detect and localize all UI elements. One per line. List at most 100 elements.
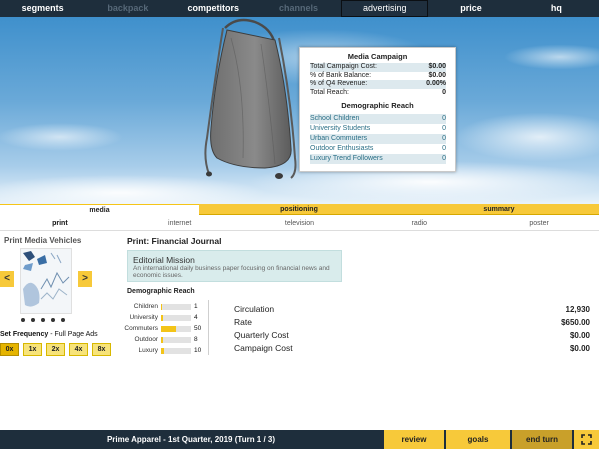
campaign-row: Total Reach: 0 <box>310 89 446 98</box>
demo-bar-row: University 4 <box>120 313 197 322</box>
stat-label: Quarterly Cost <box>234 330 289 340</box>
demo-reach-value: 0 <box>442 125 446 132</box>
demo-bar-label: Luxury <box>138 347 158 354</box>
demo-bar-track <box>161 303 191 310</box>
carousel-dot[interactable] <box>21 318 25 322</box>
subtab-radio[interactable]: radio <box>359 218 479 230</box>
demo-bar-value: 50 <box>194 325 202 332</box>
carousel-dots <box>21 318 65 322</box>
editorial-mission-box: Editorial Mission An international daily… <box>127 250 342 282</box>
demo-bar-track <box>161 336 191 343</box>
demo-reach-row: University Students 0 <box>310 124 446 134</box>
demo-reach-label: Luxury Trend Followers <box>310 155 383 162</box>
vehicle-stats: Circulation 12,930 Rate $650.00 Quarterly … <box>234 303 590 355</box>
bottom-bar: Prime Apparel - 1st Quarter, 2019 (Turn … <box>0 430 599 449</box>
demo-bar-value: 10 <box>194 347 202 354</box>
main-tabs: media positioning summary <box>0 204 599 215</box>
mission-text: An international daily business paper fo… <box>133 265 330 279</box>
demo-bar-row: Outdoor 8 <box>120 335 198 344</box>
nav-backpack[interactable]: backpack <box>85 0 170 17</box>
prev-vehicle-button[interactable]: < <box>0 271 14 287</box>
demo-bar-fill <box>161 347 164 354</box>
review-button[interactable]: review <box>384 430 444 449</box>
stat-label: Campaign Cost <box>234 343 293 353</box>
demo-reach-row: School Children 0 <box>310 114 446 124</box>
goals-button[interactable]: goals <box>446 430 510 449</box>
demo-reach-title: Demographic Reach <box>127 288 195 295</box>
demo-reach-label: Outdoor Enthusiasts <box>310 145 374 152</box>
stat-row: Quarterly Cost $0.00 <box>234 329 590 342</box>
end-turn-button[interactable]: end turn <box>512 430 572 449</box>
campaign-row: % of Bank Balance: $0.00 <box>310 72 446 81</box>
tab-positioning[interactable]: positioning <box>199 204 399 215</box>
demo-bar-label: Children <box>133 303 158 310</box>
campaign-demo-title: Demographic Reach <box>341 101 414 110</box>
nav-channels[interactable]: channels <box>256 0 341 17</box>
demo-bar-row: Commuters 50 <box>120 324 201 333</box>
stat-label: Rate <box>234 317 252 327</box>
frequency-label-main: Set Frequency <box>0 331 49 338</box>
frequency-label: Set Frequency - Full Page Ads <box>0 331 98 338</box>
vehicle-title: Print: Financial Journal <box>127 236 222 246</box>
demo-reach-label: Urban Commuters <box>310 135 368 142</box>
demo-bar-label: Outdoor <box>134 336 159 343</box>
demo-bar-row: Luxury 10 <box>120 346 201 355</box>
drawstring-backpack-image <box>204 18 297 179</box>
demo-bar-value: 8 <box>194 336 198 343</box>
subtab-television[interactable]: television <box>240 218 360 230</box>
frequency-label-detail: - Full Page Ads <box>48 331 98 338</box>
campaign-row-value: $0.00 <box>428 63 446 70</box>
stat-value: 12,930 <box>565 305 590 314</box>
chevron-right-icon: > <box>82 273 88 284</box>
divider <box>208 300 209 355</box>
nav-price[interactable]: price <box>428 0 513 17</box>
campaign-row-value: 0.00% <box>426 80 446 87</box>
tab-media[interactable]: media <box>0 204 199 215</box>
frequency-0x-button[interactable]: 0x <box>0 343 19 356</box>
demo-reach-value: 0 <box>442 155 446 162</box>
campaign-row-value: $0.00 <box>428 71 446 79</box>
tab-summary[interactable]: summary <box>399 204 599 215</box>
carousel-dot[interactable] <box>61 318 65 322</box>
nav-competitors[interactable]: competitors <box>171 0 256 17</box>
carousel-dot[interactable] <box>51 318 55 322</box>
nav-segments[interactable]: segments <box>0 0 85 17</box>
stat-row: Circulation 12,930 <box>234 303 590 316</box>
nav-advertising[interactable]: advertising <box>341 0 429 17</box>
frequency-8x-button[interactable]: 8x <box>92 343 111 356</box>
frequency-buttons: 0x 1x 2x 4x 8x <box>0 343 111 356</box>
carousel-dot[interactable] <box>31 318 35 322</box>
vehicle-thumbnail <box>20 248 72 314</box>
campaign-row-label: % of Bank Balance: <box>310 71 372 79</box>
subtab-poster[interactable]: poster <box>479 218 599 230</box>
demo-reach-label: School Children <box>310 115 360 122</box>
stat-label: Circulation <box>234 304 275 314</box>
campaign-row-label: Total Campaign Cost: <box>310 63 377 70</box>
frequency-4x-button[interactable]: 4x <box>69 343 88 356</box>
stat-value: $0.00 <box>569 344 590 353</box>
demo-reach-label: University Students <box>310 125 371 132</box>
campaign-row-label: Total Reach: <box>310 88 349 96</box>
demo-reach-value: 0 <box>442 145 446 152</box>
demo-bar-label: University <box>129 314 158 321</box>
demo-bar-value: 1 <box>194 303 198 310</box>
expand-icon <box>581 434 592 445</box>
carousel-dot[interactable] <box>41 318 45 322</box>
demo-bar-fill <box>161 336 164 343</box>
demo-bar-fill <box>161 325 176 332</box>
demo-bar-fill <box>161 303 162 310</box>
nav-hq[interactable]: hq <box>514 0 599 17</box>
next-vehicle-button[interactable]: > <box>78 271 92 287</box>
subtab-internet[interactable]: internet <box>120 218 240 230</box>
turn-status: Prime Apparel - 1st Quarter, 2019 (Turn … <box>106 435 276 444</box>
expand-button[interactable] <box>574 430 599 449</box>
subtab-print[interactable]: print <box>0 218 120 230</box>
stat-value: $650.00 <box>561 318 590 327</box>
demo-bar-label: Commuters <box>124 325 158 332</box>
demo-reach-value: 0 <box>442 115 446 122</box>
demo-reach-row: Outdoor Enthusiasts 0 <box>310 144 446 154</box>
demo-bar-track <box>161 314 191 321</box>
frequency-2x-button[interactable]: 2x <box>46 343 65 356</box>
demo-bar-row: Children 1 <box>120 302 198 311</box>
frequency-1x-button[interactable]: 1x <box>23 343 42 356</box>
